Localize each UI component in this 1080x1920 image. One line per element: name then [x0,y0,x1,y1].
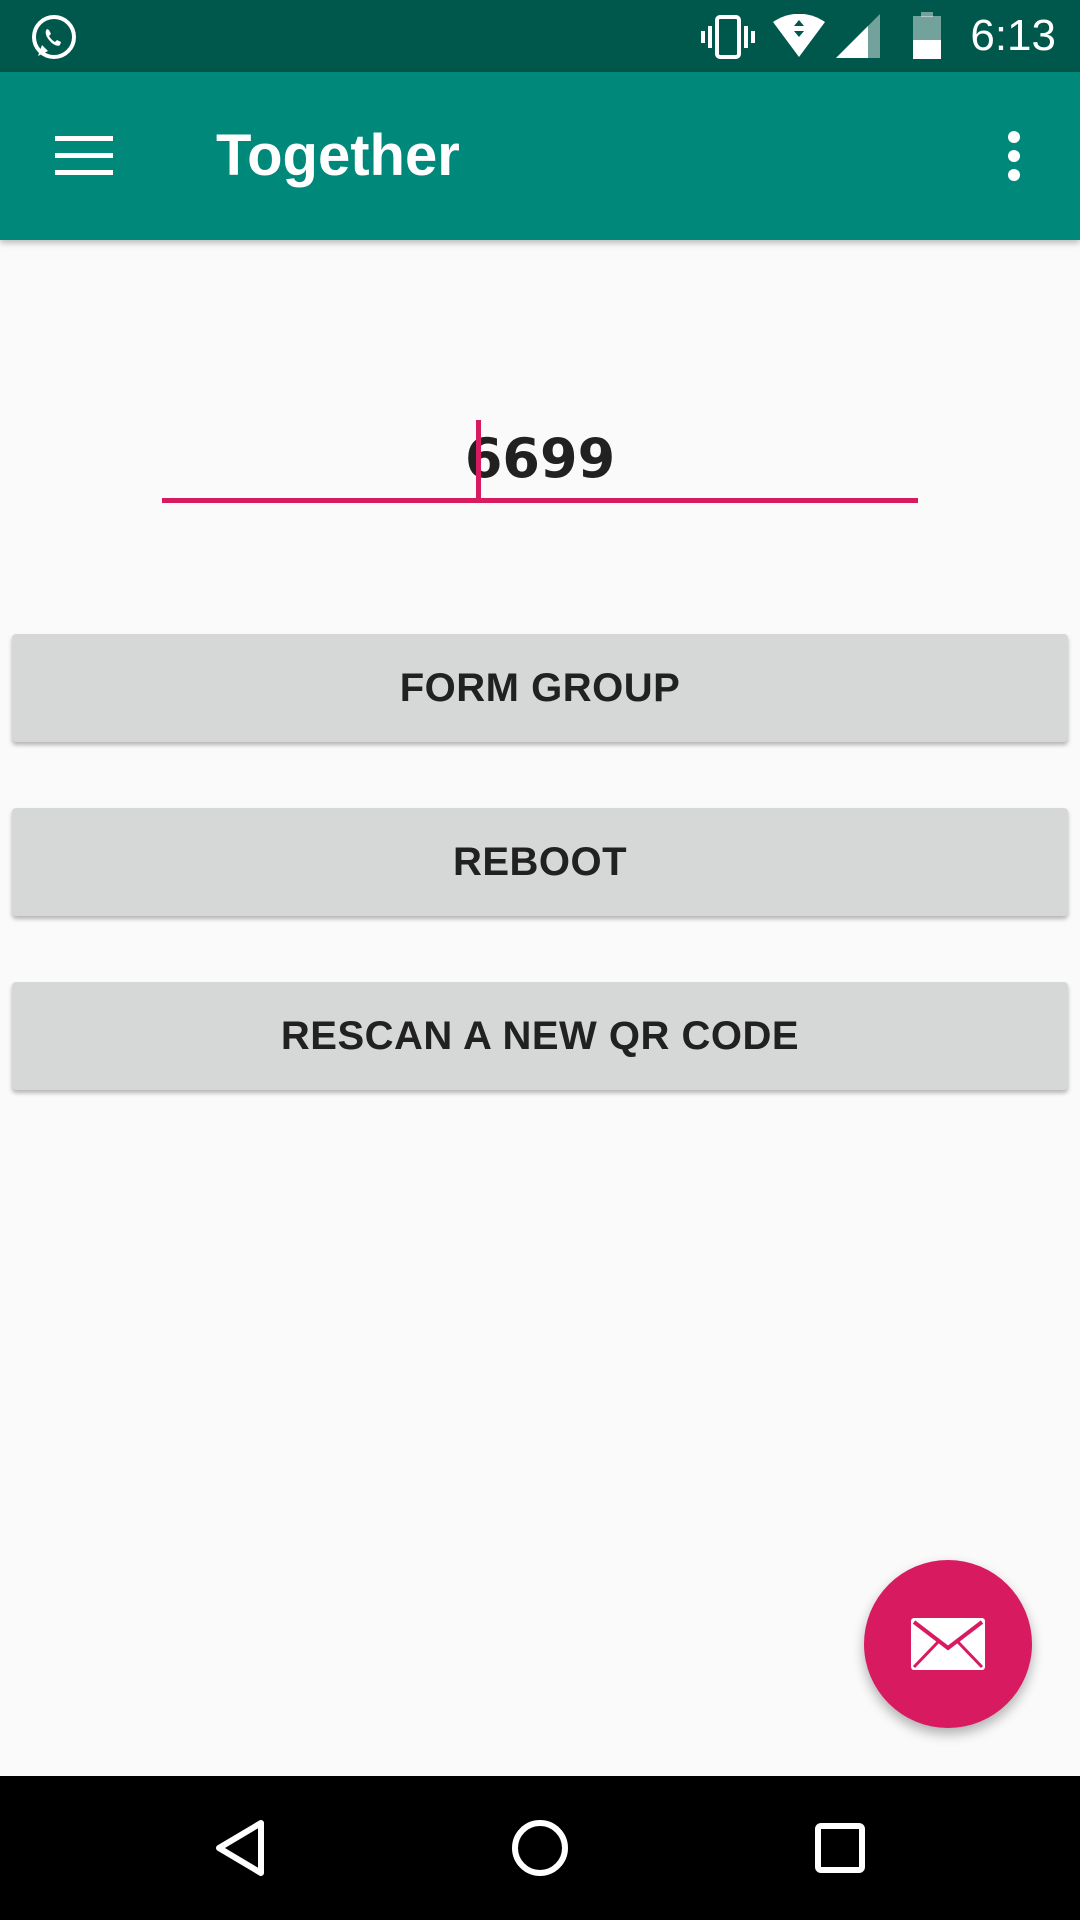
battery-icon [913,12,941,59]
code-input-underline [162,498,918,503]
code-field [162,410,918,506]
status-time: 6:13 [970,11,1056,60]
rescan-qr-code-button[interactable]: RESCAN A NEW QR CODE [12,982,1068,1090]
nav-recents-button[interactable] [780,1800,900,1896]
more-vert-icon [1008,131,1020,181]
navigation-bar [0,1776,1080,1920]
code-input[interactable] [162,410,918,500]
wifi-icon [773,14,825,57]
nav-back-button[interactable] [180,1800,300,1896]
nav-home-button[interactable] [480,1800,600,1896]
home-icon [512,1820,568,1876]
hamburger-menu-icon [55,136,113,175]
fab-mail-button[interactable] [864,1560,1032,1728]
app-title: Together [216,123,460,188]
vibrate-icon [701,15,755,59]
back-icon [216,1820,264,1876]
recents-icon [815,1823,865,1873]
app-bar: Together [0,72,1080,240]
signal-icon [836,14,880,58]
reboot-button[interactable]: REBOOT [12,808,1068,916]
overflow-menu-button[interactable] [978,108,1050,204]
status-bar: 6:13 [0,0,1080,72]
text-cursor [476,420,481,502]
menu-button[interactable] [30,108,138,204]
form-group-button[interactable]: FORM GROUP [12,634,1068,742]
whatsapp-icon [32,15,76,59]
mail-icon [911,1618,985,1670]
